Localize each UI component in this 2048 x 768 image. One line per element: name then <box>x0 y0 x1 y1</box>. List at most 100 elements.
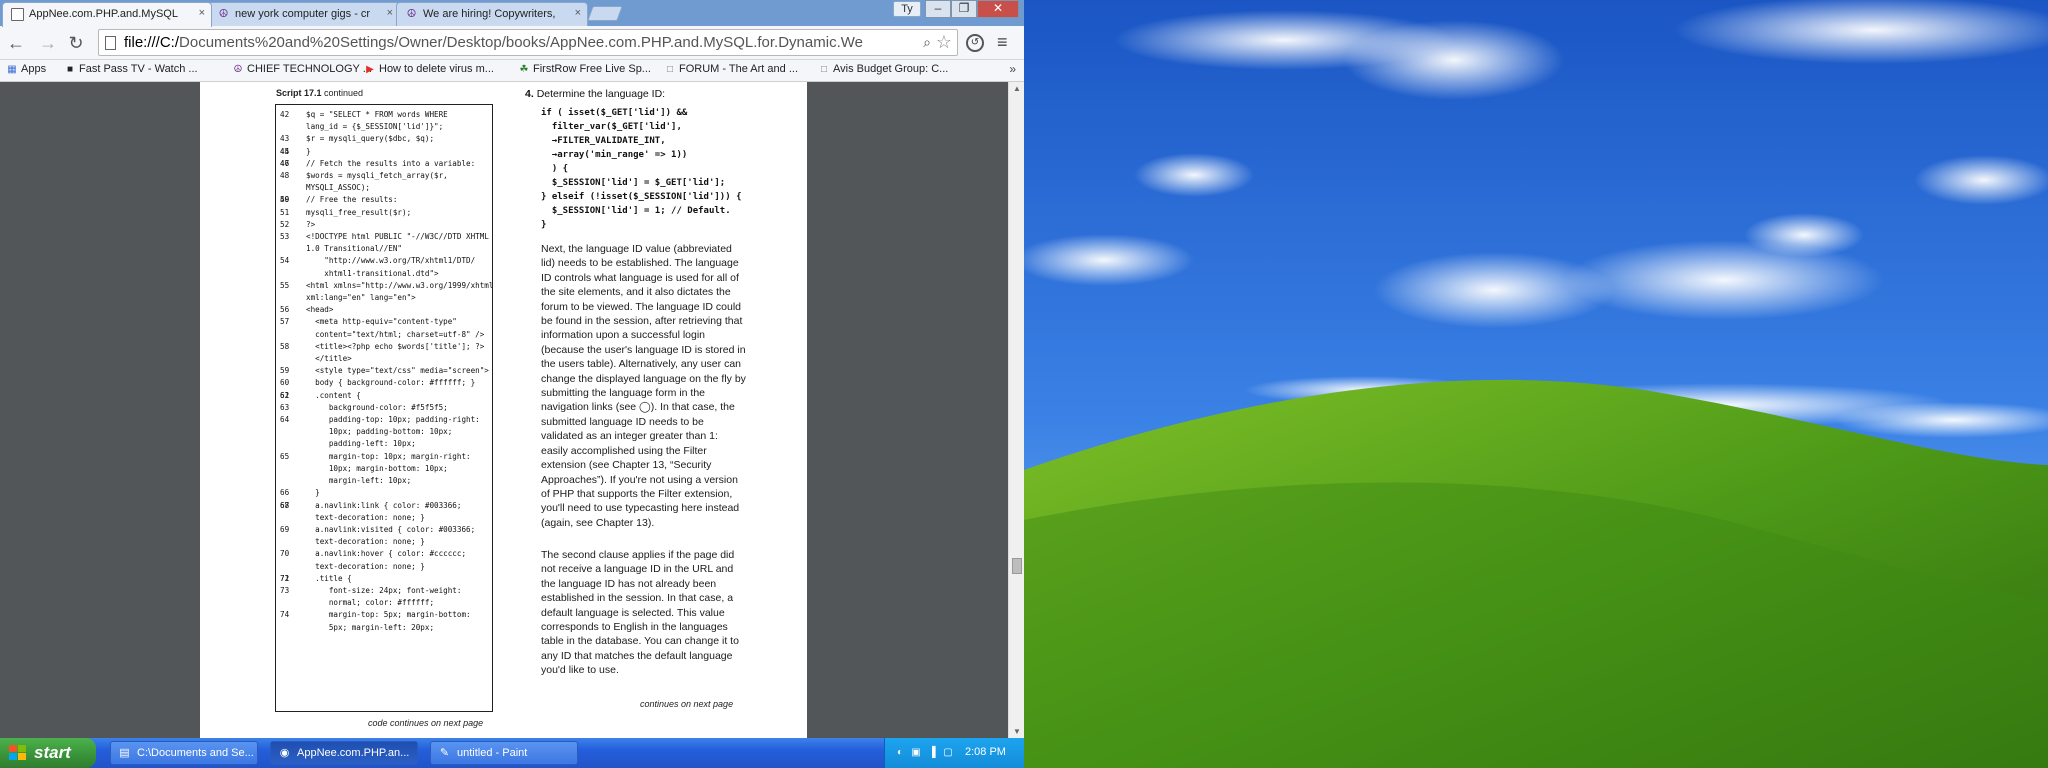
task-label: C:\Documents and Se... <box>137 747 254 759</box>
bookmark-item[interactable]: ☮ CHIEF TECHNOLOGY ... <box>232 63 372 75</box>
step-code-line: →FILTER_VALIDATE_INT, <box>541 136 666 146</box>
step-title: Determine the language ID: <box>536 88 666 100</box>
code-line-number: 65 <box>280 451 290 461</box>
bliss-wallpaper-image <box>1024 0 2048 768</box>
browser-menu-icon[interactable]: ≡ <box>997 32 1008 53</box>
address-bar-url[interactable]: file:///C:/Documents%20and%20Settings/Ow… <box>124 34 904 51</box>
code-line: 47 // Fetch the results into a variable: <box>280 158 488 170</box>
bookmark-icon: ▦ <box>7 64 17 75</box>
code-line: 52 ?> <box>280 219 488 231</box>
tray-icon-2[interactable]: ▣ <box>909 746 923 760</box>
step-code-line: $_SESSION['lid'] = $_GET['lid']; <box>541 178 726 188</box>
code-line-text: mysqli_free_result($r); <box>306 207 412 217</box>
tab-close-icon[interactable]: × <box>199 7 205 19</box>
code-line: 63 background-color: #f5f5f5; <box>280 402 488 414</box>
bookmark-label: How to delete virus m... <box>379 63 494 75</box>
bookmark-item[interactable]: □ Avis Budget Group: C... <box>818 63 948 75</box>
code-line-number: 63 <box>280 402 290 412</box>
start-button[interactable]: start <box>0 738 96 768</box>
code-line-number: 55 <box>280 280 290 290</box>
clock[interactable]: 2:08 PM <box>965 746 1006 758</box>
code-line-text: padding-left: 10px; <box>306 439 416 449</box>
code-line: 59 <style type="text/css" media="screen"… <box>280 365 489 377</box>
step-code-line: filter_var($_GET['lid'], <box>541 122 682 132</box>
task-label: untitled - Paint <box>457 747 528 759</box>
tab-label: AppNee.com.PHP.and.MySQL <box>29 8 178 20</box>
signal-icon[interactable]: ▐ <box>925 746 939 760</box>
bookmarks-overflow-icon[interactable]: » <box>1009 62 1016 76</box>
back-button[interactable]: ← <box>6 33 26 53</box>
script-caption: Script 17.1 continued <box>276 88 363 98</box>
code-line: 42 $q = "SELECT * FROM words WHERE <box>280 109 488 121</box>
bookmark-icon: □ <box>820 64 828 75</box>
code-line-text: <!DOCTYPE html PUBLIC "-//W3C//DTD XHTML <box>306 232 489 242</box>
bookmark-item[interactable]: □ FORUM - The Art and ... <box>664 63 798 75</box>
body-paragraph-2: The second clause applies if the page di… <box>541 549 739 677</box>
code-line: content="text/html; charset=utf-8" /> <box>280 329 488 341</box>
scroll-up-arrow-icon[interactable]: ▲ <box>1013 84 1021 93</box>
zoom-indicator-icon[interactable]: ⌕ <box>923 34 931 51</box>
scrollbar-thumb[interactable] <box>1012 558 1022 574</box>
code-line-text: lang_id = {$_SESSION['lid']}"; <box>306 122 444 132</box>
windows-flag-icon <box>9 745 26 760</box>
vertical-scrollbar[interactable]: ▲ ▼ <box>1008 82 1024 738</box>
step-number: 4. <box>525 88 534 100</box>
code-line-text: font-size: 24px; font-weight: <box>306 585 462 595</box>
reload-button[interactable]: ↻ <box>66 33 86 53</box>
extension-icon[interactable]: ↺ <box>966 34 984 52</box>
close-window-button[interactable]: ✕ <box>977 0 1019 18</box>
new-tab-button[interactable] <box>587 6 623 21</box>
step-code-line: →array('min_range' => 1)) <box>541 150 688 160</box>
body-paragraph-1: Next, the language ID value (abbreviated… <box>541 243 746 529</box>
address-bar[interactable]: file:///C:/Documents%20and%20Settings/Ow… <box>98 29 958 56</box>
taskbar-task[interactable]: ✎ untitled - Paint <box>430 741 578 765</box>
code-line-text: margin-top: 10px; margin-right: <box>306 451 471 461</box>
code-line: 1.0 Transitional//EN" <box>280 243 488 255</box>
taskbar-task[interactable]: ▤ C:\Documents and Se... <box>110 741 258 765</box>
tab-appnee-pdf[interactable]: AppNee.com.PHP.and.MySQL × <box>2 2 212 27</box>
browser-toolbar: ← → ↻ file:///C:/Documents%20and%20Setti… <box>0 26 1024 60</box>
taskbar: start ▤ C:\Documents and Se... ◉ AppNee.com… <box>0 738 1024 768</box>
code-line: 64 padding-top: 10px; padding-right: <box>280 414 488 426</box>
code-line-text: padding-top: 10px; padding-right: <box>306 415 480 425</box>
bookmark-icon: ▶ <box>366 64 374 75</box>
code-line-text: .content { <box>306 390 361 400</box>
code-line-number: 45 <box>280 146 290 156</box>
scroll-down-arrow-icon[interactable]: ▼ <box>1013 727 1021 736</box>
bookmark-item[interactable]: ▦ Apps <box>6 63 46 75</box>
code-line-text: text-decoration: none; } <box>306 512 425 522</box>
bookmark-item[interactable]: ▶ How to delete virus m... <box>364 63 494 75</box>
step-heading: 4. Determine the language ID: <box>525 88 665 100</box>
bookmark-item[interactable]: ■ Fast Pass TV - Watch ... <box>64 63 198 75</box>
tray-icon-1[interactable]: ◐ <box>893 746 907 760</box>
maximize-button[interactable]: ❐ <box>951 0 977 18</box>
code-line-text: MYSQLI_ASSOC); <box>306 183 371 193</box>
code-line: normal; color: #ffffff; <box>280 597 488 609</box>
code-line: 60 body { background-color: #ffffff; } <box>280 377 488 389</box>
minimize-button[interactable]: – <box>925 0 951 18</box>
taskbar-task[interactable]: ◉ AppNee.com.PHP.an... <box>270 741 418 765</box>
user-profile-badge[interactable]: Ty <box>893 1 921 17</box>
code-line-text: <head> <box>306 305 334 315</box>
script-caption-suffix: continued <box>321 88 364 98</box>
code-line-text: $q = "SELECT * FROM words WHERE <box>306 110 448 119</box>
code-line: padding-left: 10px; <box>280 438 488 450</box>
bookmark-star-icon[interactable]: ☆ <box>936 32 952 53</box>
tab-we-are-hiring[interactable]: ☮ We are hiring! Copywriters, × <box>396 2 588 26</box>
tab-close-icon[interactable]: × <box>387 7 393 19</box>
code-line-text: 5px; margin-left: 20px; <box>306 622 435 632</box>
code-line-text: text-decoration: none; } <box>306 537 425 547</box>
code-line-number: 66 <box>280 488 290 498</box>
code-line-text: normal; color: #ffffff; <box>306 598 435 608</box>
browser-window: AppNee.com.PHP.and.MySQL × ☮ new york co… <box>0 0 1024 738</box>
code-line: 68 a.navlink:link { color: #003366; <box>280 500 488 512</box>
tab-new-york-computer-gigs[interactable]: ☮ new york computer gigs - cr × <box>208 2 400 26</box>
code-line-number: 69 <box>280 524 290 534</box>
code-line-number: 54 <box>280 256 290 266</box>
code-line-text: 10px; margin-bottom: 10px; <box>306 463 448 473</box>
bookmark-item[interactable]: ☘ FirstRow Free Live Sp... <box>518 63 651 75</box>
forward-button[interactable]: → <box>38 33 58 53</box>
tab-close-icon[interactable]: × <box>575 7 581 19</box>
code-line-text: a.navlink:hover { color: #cccccc; <box>306 549 467 559</box>
tray-icon-4[interactable]: ▢ <box>941 746 955 760</box>
